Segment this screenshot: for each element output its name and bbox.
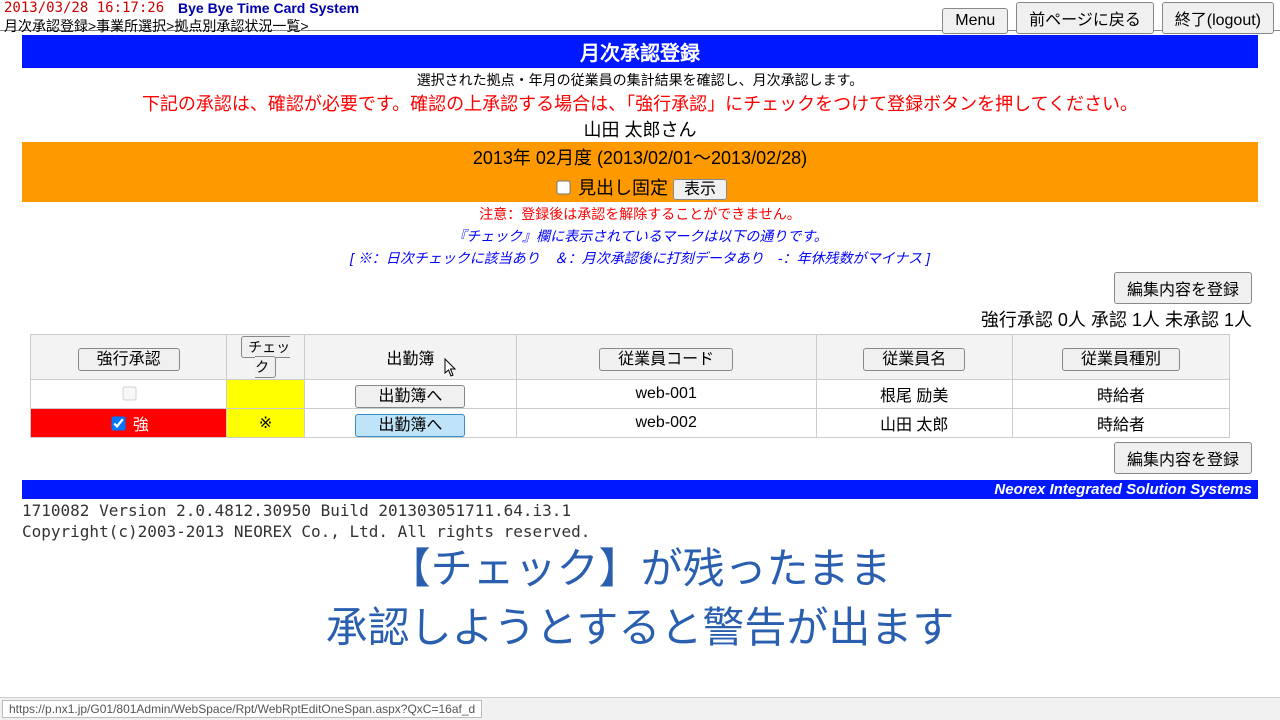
browser-status-bar: https://p.nx1.jp/G01/801Admin/WebSpace/R… xyxy=(0,697,1280,720)
warning-text: 下記の承認は、確認が必要です。確認の上承認する場合は、「強行承認」にチェックをつ… xyxy=(0,90,1280,116)
copyright-text: Copyright(c)2003-2013 NEOREX Co., Ltd. A… xyxy=(22,522,1280,541)
period-text: 2013年 02月度 (2013/02/01～2013/02/28) xyxy=(22,142,1258,172)
table-row: 強 ※ 出勤簿へ web-002 山田 太郎 時給者 xyxy=(31,409,1230,438)
table-row: 出勤簿へ web-001 根尾 励美 時給者 xyxy=(31,380,1230,409)
col-force-approve[interactable]: 強行承認 xyxy=(78,348,180,371)
system-footer-bar: Neorex Integrated Solution Systems xyxy=(22,480,1258,499)
menu-button[interactable]: Menu xyxy=(942,8,1008,34)
col-employee-name[interactable]: 従業員名 xyxy=(863,348,965,371)
period-panel: 2013年 02月度 (2013/02/01～2013/02/28) 見出し固定… xyxy=(22,142,1258,202)
force-cell xyxy=(31,380,227,409)
legend-line-2: [ ※：日次チェックに該当あり ＆：月次承認後に打刻データあり -：年休残数がマ… xyxy=(0,248,1280,268)
breadcrumb: 月次承認登録>事業所選択>拠点別承認状況一覧> xyxy=(4,16,309,36)
register-button-bottom[interactable]: 編集内容を登録 xyxy=(1114,442,1252,474)
approval-table: 強行承認 チェック 出勤簿 従業員コード 従業員名 従業員種別 出勤簿へ web… xyxy=(30,334,1230,438)
status-url: https://p.nx1.jp/G01/801Admin/WebSpace/R… xyxy=(2,700,482,718)
top-bar: 2013/03/28 16:17:26 Bye Bye Time Card Sy… xyxy=(0,0,1280,31)
check-cell: ※ xyxy=(227,409,305,438)
user-name: 山田 太郎さん xyxy=(0,116,1280,142)
instruction-text: 選択された拠点・年月の従業員の集計結果を確認し、月次承認します。 xyxy=(0,70,1280,90)
force-checkbox[interactable] xyxy=(122,386,136,400)
legend-line-1: 『チェック』欄に表示されているマークは以下の通りです。 xyxy=(0,226,1280,246)
register-button-top[interactable]: 編集内容を登録 xyxy=(1114,272,1252,304)
employee-type: 時給者 xyxy=(1012,409,1229,438)
force-label: 強 xyxy=(133,417,149,434)
col-check[interactable]: チェック xyxy=(241,336,290,378)
system-name: Bye Bye Time Card System xyxy=(178,0,359,16)
page-title: 月次承認登録 xyxy=(22,35,1258,68)
col-employee-type[interactable]: 従業員種別 xyxy=(1062,348,1180,371)
col-employee-code[interactable]: 従業員コード xyxy=(599,348,733,371)
force-checkbox[interactable] xyxy=(112,416,126,430)
back-button[interactable]: 前ページに戻る xyxy=(1016,2,1154,34)
approval-counts: 強行承認 0人 承認 1人 未承認 1人 xyxy=(0,306,1252,332)
timestamp: 2013/03/28 16:17:26 xyxy=(4,0,164,16)
employee-type: 時給者 xyxy=(1012,380,1229,409)
employee-code: web-002 xyxy=(516,409,816,438)
employee-name: 山田 太郎 xyxy=(816,409,1012,438)
fix-header-checkbox[interactable] xyxy=(556,180,570,194)
employee-code: web-001 xyxy=(516,380,816,409)
fix-header-label: 見出し固定 xyxy=(578,178,668,198)
col-attendance-book: 出勤簿 xyxy=(304,335,516,380)
employee-name: 根尾 励美 xyxy=(816,380,1012,409)
version-text: 1710082 Version 2.0.4812.30950 Build 201… xyxy=(22,501,1280,520)
show-button[interactable]: 表示 xyxy=(673,179,727,200)
overlay-caption: 【チェック】が残ったまま 承認しようとすると警告が出ます xyxy=(0,540,1280,658)
force-cell: 強 xyxy=(31,409,227,438)
check-cell xyxy=(227,380,305,409)
caution-text: 注意：登録後は承認を解除することができません。 xyxy=(0,204,1280,224)
logout-button[interactable]: 終了(logout) xyxy=(1162,2,1274,34)
attendance-book-button[interactable]: 出勤簿へ xyxy=(355,385,465,408)
attendance-book-button[interactable]: 出勤簿へ xyxy=(355,414,465,437)
